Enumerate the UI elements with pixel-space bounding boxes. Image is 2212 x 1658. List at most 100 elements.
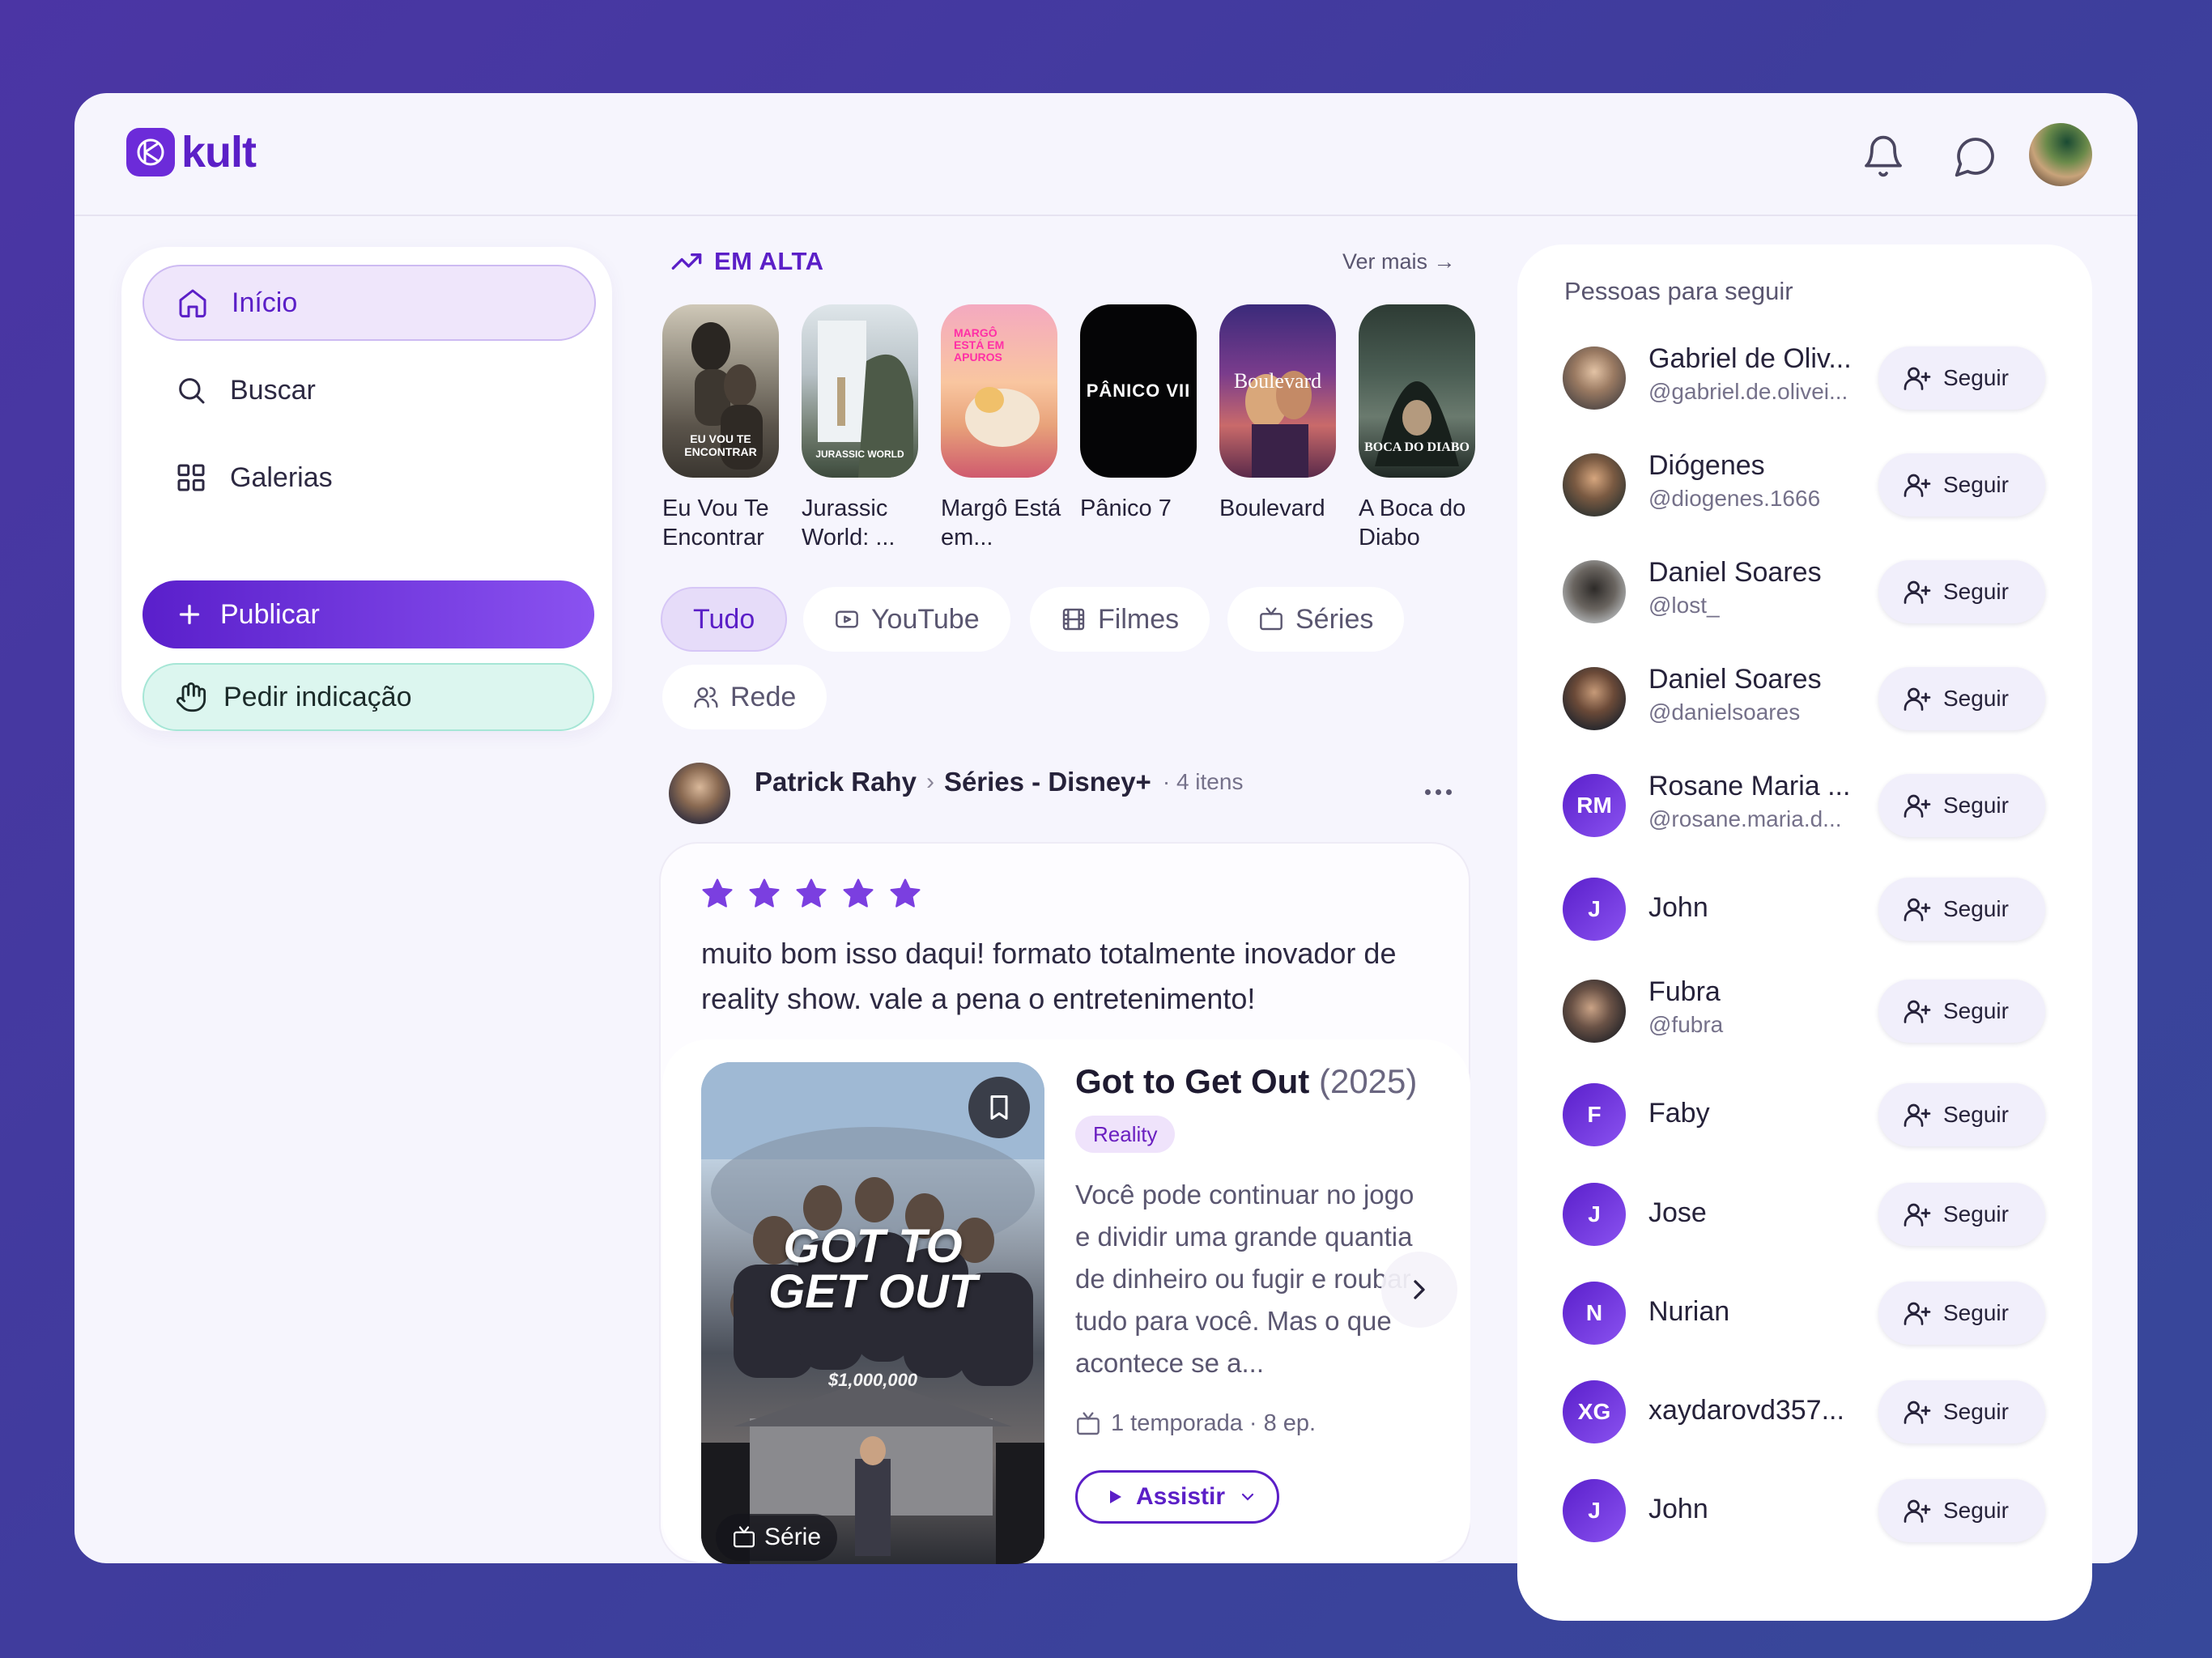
- person-handle: @diogenes.1666: [1648, 486, 1821, 511]
- person-name[interactable]: Rosane Maria ...: [1648, 771, 1867, 802]
- nav-item-inicio[interactable]: Início: [143, 265, 596, 341]
- follow-button[interactable]: Seguir: [1878, 980, 2045, 1043]
- trending-title-5[interactable]: Boulevard: [1219, 494, 1349, 523]
- follow-label: Seguir: [1943, 579, 2009, 604]
- trending-poster-5[interactable]: Boulevard: [1219, 304, 1336, 478]
- follow-button[interactable]: Seguir: [1878, 1380, 2045, 1443]
- nav-label-buscar: Buscar: [230, 374, 316, 406]
- publish-button[interactable]: Publicar: [143, 580, 594, 648]
- person-avatar[interactable]: [1563, 453, 1626, 517]
- post-author[interactable]: Patrick Rahy: [755, 767, 917, 797]
- next-button[interactable]: [1381, 1252, 1457, 1328]
- person-name[interactable]: Jose: [1648, 1197, 1867, 1229]
- person-name[interactable]: Gabriel de Oliv...: [1648, 343, 1867, 375]
- logo-mark-icon: [126, 128, 175, 176]
- person-name[interactable]: Faby: [1648, 1098, 1867, 1129]
- post-author-avatar[interactable]: [669, 763, 730, 824]
- follow-label: Seguir: [1943, 1399, 2009, 1424]
- person-name[interactable]: John: [1648, 892, 1867, 924]
- more-options-icon[interactable]: [1414, 780, 1462, 803]
- filter-youtube[interactable]: YouTube: [803, 587, 1010, 652]
- trending-title-4[interactable]: Pânico 7: [1080, 494, 1210, 523]
- trending-poster-2[interactable]: JURASSIC WORLD: [802, 304, 918, 478]
- chevron-right-icon: [1414, 1280, 1425, 1299]
- filter-series[interactable]: Séries: [1227, 587, 1405, 652]
- poster-title-line2: GET OUT: [768, 1265, 977, 1318]
- person-avatar[interactable]: RM: [1563, 774, 1626, 837]
- follow-button[interactable]: Seguir: [1878, 1183, 2045, 1246]
- person-avatar[interactable]: J: [1563, 1183, 1626, 1246]
- person-avatar[interactable]: [1563, 667, 1626, 730]
- trending-title-3[interactable]: Margô Está em...: [941, 494, 1070, 552]
- post-separator: ›: [925, 768, 934, 795]
- person-avatar[interactable]: J: [1563, 1479, 1626, 1542]
- follow-button[interactable]: Seguir: [1878, 774, 2045, 837]
- follow-button[interactable]: Seguir: [1878, 560, 2045, 623]
- post-gallery[interactable]: Séries - Disney+: [944, 767, 1151, 797]
- person-handle: @rosane.maria.d...: [1648, 806, 1842, 831]
- follow-button[interactable]: Seguir: [1878, 1083, 2045, 1146]
- person-initials: RM: [1576, 793, 1612, 818]
- person-name[interactable]: Nurian: [1648, 1296, 1867, 1328]
- sidebar-nav: Início Buscar Galerias Publicar Pedir in…: [121, 247, 612, 731]
- person-initials: F: [1587, 1102, 1602, 1127]
- follow-button[interactable]: Seguir: [1878, 453, 2045, 517]
- trending-title-2[interactable]: Jurassic World: ...: [802, 494, 931, 552]
- person-avatar[interactable]: [1563, 346, 1626, 410]
- tv-icon: [732, 1525, 756, 1550]
- follow-button[interactable]: Seguir: [1878, 346, 2045, 410]
- trending-poster-3[interactable]: MARGÔ ESTÁ EM APUROS: [941, 304, 1057, 478]
- request-label: Pedir indicação: [223, 681, 412, 712]
- nav-item-galerias[interactable]: Galerias: [143, 440, 596, 516]
- user-plus-icon: [1903, 363, 1932, 393]
- person-avatar[interactable]: [1563, 980, 1626, 1043]
- user-plus-icon: [1903, 1100, 1932, 1129]
- person-name[interactable]: Diógenes: [1648, 450, 1867, 482]
- filter-tudo[interactable]: Tudo: [661, 587, 788, 652]
- trending-header: EM ALTA: [670, 245, 824, 278]
- poster-text-2: JURASSIC WORLD: [815, 449, 904, 460]
- trending-poster-6[interactable]: BOCA DO DIABO: [1359, 304, 1475, 478]
- follow-button[interactable]: Seguir: [1878, 1479, 2045, 1542]
- users-icon: [693, 684, 719, 710]
- person-name[interactable]: Fubra: [1648, 976, 1867, 1008]
- person-avatar[interactable]: N: [1563, 1282, 1626, 1345]
- person-name[interactable]: Daniel Soares: [1648, 664, 1867, 695]
- person-avatar[interactable]: F: [1563, 1083, 1626, 1146]
- message-circle-icon[interactable]: [1953, 134, 1998, 179]
- person-initials: XG: [1577, 1399, 1611, 1424]
- person-name[interactable]: Daniel Soares: [1648, 557, 1867, 589]
- trending-poster-1[interactable]: EU VOU TE ENCONTRAR: [662, 304, 779, 478]
- follow-button[interactable]: Seguir: [1878, 1282, 2045, 1345]
- follow-button[interactable]: Seguir: [1878, 667, 2045, 730]
- grid-icon: [177, 464, 205, 491]
- nav-item-buscar[interactable]: Buscar: [143, 352, 596, 428]
- person-avatar[interactable]: XG: [1563, 1380, 1626, 1443]
- person-initials: J: [1588, 896, 1601, 921]
- media-title[interactable]: Got to Get Out (2025): [1075, 1062, 1417, 1101]
- star-icon: [747, 876, 782, 912]
- person-avatar[interactable]: [1563, 560, 1626, 623]
- logo[interactable]: kult: [126, 127, 257, 177]
- filter-filmes[interactable]: Filmes: [1030, 587, 1210, 652]
- bell-icon[interactable]: [1861, 134, 1906, 179]
- user-plus-icon: [1903, 1496, 1932, 1525]
- filter-rede[interactable]: Rede: [662, 665, 827, 729]
- home-icon: [179, 289, 206, 318]
- trending-title-1[interactable]: Eu Vou Te Encontrar: [662, 494, 792, 552]
- follow-label: Seguir: [1943, 1201, 2009, 1226]
- follow-button[interactable]: Seguir: [1878, 878, 2045, 941]
- top-bar: kult: [74, 93, 2138, 216]
- media-year: (2025): [1318, 1062, 1418, 1100]
- person-avatar[interactable]: J: [1563, 878, 1626, 941]
- see-more-link[interactable]: Ver mais →: [1342, 249, 1456, 274]
- request-recommendation-button[interactable]: Pedir indicação: [143, 663, 594, 731]
- person-name[interactable]: John: [1648, 1494, 1867, 1525]
- bookmark-icon[interactable]: [968, 1077, 1030, 1138]
- seasons-info: 1 temporada · 8 ep.: [1075, 1410, 1316, 1437]
- user-avatar[interactable]: [2029, 123, 2092, 186]
- trending-poster-4[interactable]: PÂNICO VII: [1080, 304, 1197, 478]
- watch-button[interactable]: Assistir: [1075, 1470, 1279, 1524]
- person-name[interactable]: xaydarovd357...: [1648, 1395, 1867, 1426]
- trending-title-6[interactable]: A Boca do Diabo: [1359, 494, 1488, 552]
